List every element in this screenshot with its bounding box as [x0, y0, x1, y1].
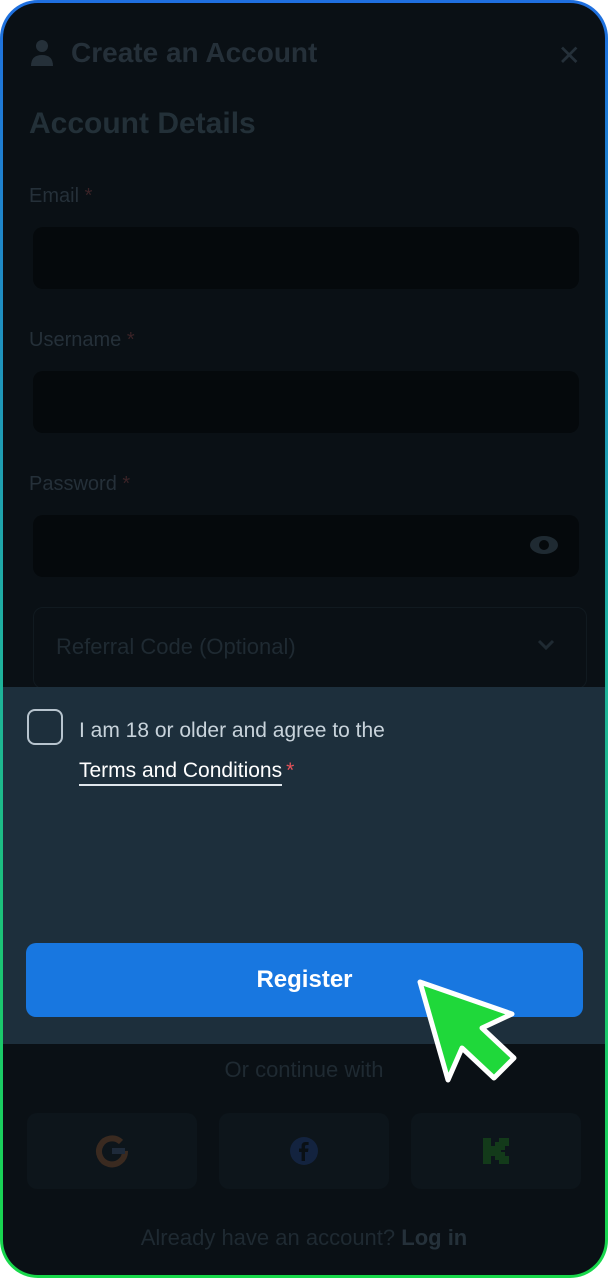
section-title: Account Details — [29, 107, 256, 140]
username-label-text: Username — [29, 329, 122, 351]
username-field[interactable] — [33, 371, 579, 433]
terms-link[interactable]: Terms and Conditions — [79, 759, 283, 786]
email-label: Email * — [29, 185, 92, 208]
referral-code-dropdown[interactable]: Referral Code (Optional) — [33, 607, 587, 689]
login-prompt-text: Already have an account? — [140, 1225, 396, 1250]
facebook-icon — [290, 1137, 318, 1165]
required-mark: * — [122, 473, 131, 495]
user-icon — [31, 40, 53, 66]
password-field[interactable] — [33, 515, 579, 577]
chevron-down-icon — [537, 639, 555, 651]
login-prompt: Already have an account? Log in — [3, 1225, 605, 1251]
age-terms-checkbox[interactable] — [27, 709, 63, 745]
modal-header: Create an Account ✕ — [29, 31, 581, 75]
login-link[interactable]: Log in — [401, 1225, 467, 1250]
facebook-button[interactable] — [219, 1113, 389, 1189]
kick-icon — [483, 1138, 509, 1164]
modal-title: Create an Account — [71, 37, 318, 68]
kick-button[interactable] — [411, 1113, 581, 1189]
required-mark: * — [84, 185, 93, 207]
email-field[interactable] — [33, 227, 579, 289]
terms-line: Terms and Conditions * — [79, 759, 295, 786]
password-label: Password * — [29, 473, 130, 496]
username-label: Username * — [29, 329, 135, 352]
required-mark: * — [126, 329, 135, 351]
password-label-text: Password — [29, 473, 117, 495]
google-icon — [96, 1135, 129, 1168]
agree-text: I am 18 or older and agree to the — [79, 719, 385, 742]
eye-icon[interactable] — [529, 533, 559, 557]
required-mark: * — [286, 759, 295, 782]
pointer-cursor-icon — [417, 979, 517, 1083]
email-label-text: Email — [29, 185, 80, 207]
google-button[interactable] — [27, 1113, 197, 1189]
referral-placeholder: Referral Code (Optional) — [56, 634, 296, 659]
close-icon[interactable]: ✕ — [558, 39, 581, 72]
